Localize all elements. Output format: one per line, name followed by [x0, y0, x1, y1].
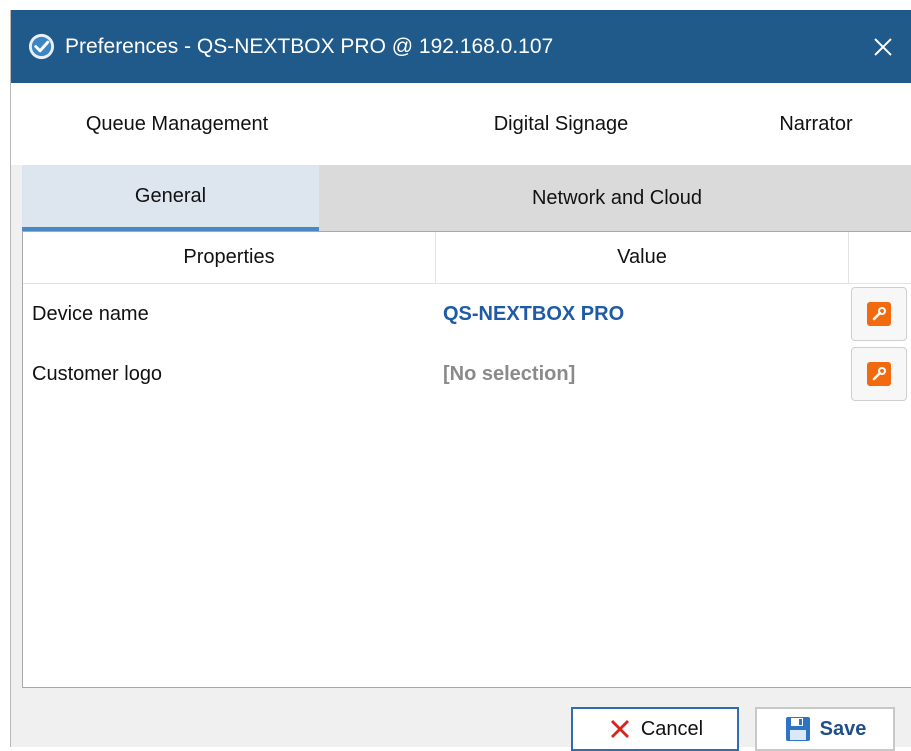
property-value: [No selection]	[443, 362, 576, 385]
grid-header: Properties Value	[23, 232, 911, 284]
tab-queue-management[interactable]: Queue Management	[41, 83, 313, 165]
preferences-window: Preferences - QS-NEXTBOX PRO @ 192.168.0…	[10, 10, 911, 751]
column-header-action	[849, 232, 911, 283]
tab-digital-signage[interactable]: Digital Signage	[411, 83, 711, 165]
table-row: Device name QS-NEXTBOX PRO	[23, 284, 911, 344]
edit-customer-logo-button[interactable]	[851, 347, 907, 401]
top-tab-row: Queue Management Digital Signage Narrato…	[11, 83, 911, 165]
save-label: Save	[819, 717, 867, 740]
column-header-properties: Properties	[23, 232, 436, 283]
tab-network-and-cloud[interactable]: Network and Cloud	[472, 165, 762, 231]
close-button[interactable]	[854, 10, 911, 83]
cancel-button[interactable]: Cancel	[571, 707, 739, 751]
property-name: Customer logo	[32, 362, 163, 385]
wrench-icon	[867, 302, 891, 326]
cancel-label: Cancel	[640, 717, 704, 740]
wrench-icon	[867, 362, 891, 386]
edit-device-name-button[interactable]	[851, 287, 907, 341]
property-name: Device name	[32, 302, 149, 325]
property-value: QS-NEXTBOX PRO	[443, 302, 625, 325]
window-title: Preferences - QS-NEXTBOX PRO @ 192.168.0…	[65, 35, 554, 58]
table-row: Customer logo [No selection]	[23, 344, 911, 404]
tab-narrator[interactable]: Narrator	[741, 83, 891, 165]
x-icon	[610, 720, 629, 738]
column-header-value: Value	[436, 232, 849, 283]
title-bar: Preferences - QS-NEXTBOX PRO @ 192.168.0…	[11, 10, 911, 83]
bottom-tab-row: General Network and Cloud	[22, 165, 911, 231]
tab-general[interactable]: General	[22, 165, 319, 231]
app-logo-icon	[28, 33, 55, 60]
close-icon	[874, 37, 892, 56]
save-button[interactable]: Save	[755, 707, 895, 751]
properties-grid: Properties Value Device name QS-NEXTBOX …	[22, 231, 911, 688]
floppy-disk-icon	[785, 717, 810, 741]
